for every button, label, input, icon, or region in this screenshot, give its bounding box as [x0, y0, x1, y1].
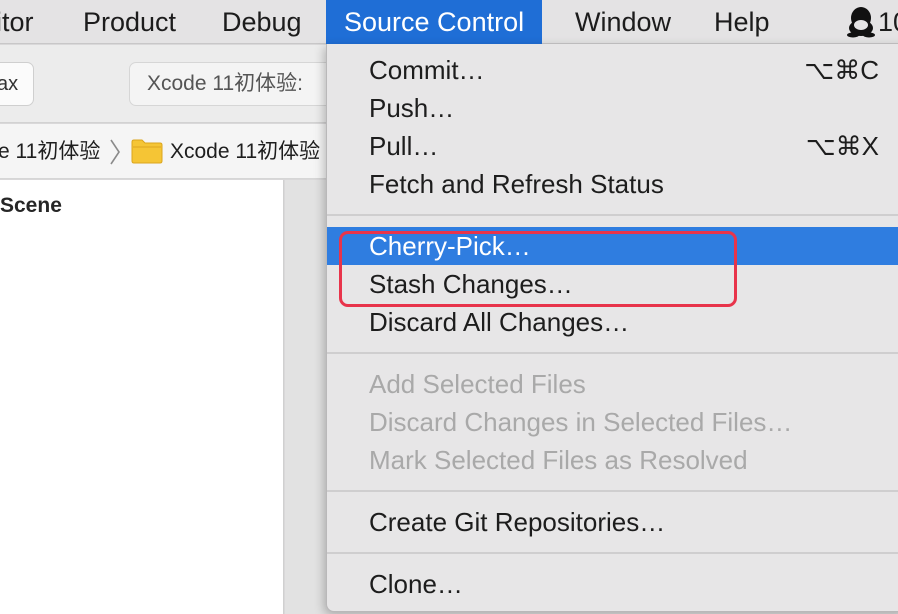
scene-label[interactable]: Scene [0, 194, 62, 218]
menu-bar: itor Product Debug Source Control Window… [0, 0, 898, 44]
menu-item-label: Pull… [369, 131, 439, 161]
menubar-item-product[interactable]: Product [83, 0, 176, 44]
menu-divider [327, 552, 898, 554]
menu-item-create-git-repositories[interactable]: Create Git Repositories… [327, 503, 898, 541]
shortcut-label: ⌥⌘X [805, 131, 879, 161]
menu-item-label: Fetch and Refresh Status [369, 169, 664, 199]
breadcrumb-project[interactable]: e 11初体验 [0, 124, 100, 179]
menu-item-discard-all[interactable]: Discard All Changes… [327, 303, 898, 341]
menu-item-label: Discard Changes in Selected Files… [369, 407, 793, 437]
qq-penguin-icon[interactable] [846, 6, 876, 38]
menu-item-label: Create Git Repositories… [369, 507, 666, 537]
folder-icon [131, 139, 163, 164]
menu-item-label: Mark Selected Files as Resolved [369, 445, 748, 475]
menu-item-label: Push… [369, 93, 455, 123]
status-text: 10 [878, 7, 898, 37]
menu-item-mark-resolved: Mark Selected Files as Resolved [327, 441, 898, 479]
document-outline: Scene [0, 180, 284, 614]
menu-item-label: Discard All Changes… [369, 307, 630, 337]
menubar-item-debug[interactable]: Debug [222, 0, 302, 44]
menu-divider [327, 352, 898, 354]
menubar-item-window[interactable]: Window [575, 0, 671, 44]
menu-item-label: Clone… [369, 569, 463, 599]
menu-divider [327, 214, 898, 216]
breadcrumb-group[interactable]: Xcode 11初体验 [170, 124, 320, 179]
menu-item-push[interactable]: Push… [327, 89, 898, 127]
menu-item-fetch[interactable]: Fetch and Refresh Status [327, 165, 898, 203]
chevron-right-icon [110, 139, 120, 165]
menu-item-clone[interactable]: Clone… [327, 565, 898, 603]
source-control-menu: Commit… ⌥⌘C Push… Pull… ⌥⌘X Fetch and Re… [326, 44, 898, 612]
menubar-item-source-control[interactable]: Source Control [326, 0, 543, 44]
menu-item-label: Add Selected Files [369, 369, 586, 399]
menu-divider [327, 490, 898, 492]
menu-item-label: Commit… [369, 55, 485, 85]
menubar-item-help[interactable]: Help [714, 0, 770, 44]
menu-item-pull[interactable]: Pull… ⌥⌘X [327, 127, 898, 165]
menu-item-commit[interactable]: Commit… ⌥⌘C [327, 51, 898, 89]
menu-item-discard-selected: Discard Changes in Selected Files… [327, 403, 898, 441]
menubar-item-editor[interactable]: itor [0, 0, 34, 44]
toolbar-button[interactable]: ax [0, 62, 34, 106]
shortcut-label: ⌥⌘C [804, 55, 879, 85]
menu-item-add-selected: Add Selected Files [327, 365, 898, 403]
annotation-highlight-box [339, 231, 737, 307]
